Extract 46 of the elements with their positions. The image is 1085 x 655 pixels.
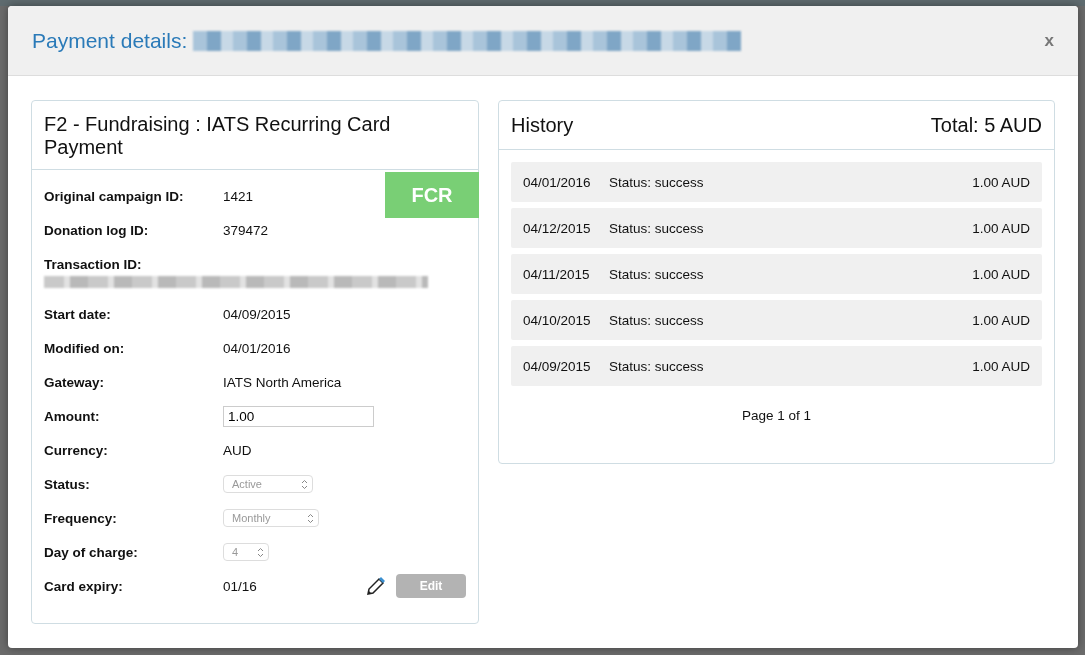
field-label: Card expiry: [44, 578, 124, 594]
history-status: Status: success [609, 220, 704, 236]
field-label: Frequency: [44, 510, 118, 526]
field-value: 04/01/2016 [223, 340, 291, 356]
field-value: 01/16 [223, 578, 257, 594]
history-amount: 1.00 AUD [972, 312, 1030, 328]
field-label: Currency: [44, 442, 109, 458]
history-date: 04/10/2015 [523, 312, 592, 328]
field-label: Start date: [44, 306, 112, 322]
pagination-label: Page 1 of 1 [741, 408, 812, 423]
history-date: 04/09/2015 [523, 358, 592, 374]
field-label: Day of charge: [44, 544, 139, 560]
history-title: History [511, 113, 574, 137]
field-label: Amount: [44, 408, 101, 424]
card-title: F2 - Fundraising : IATS Recurring Card Payment [32, 101, 478, 170]
history-date: 04/11/2015 [523, 266, 591, 282]
history-total: Total: 5 AUD [930, 113, 1042, 137]
dialog-title: Payment details: [32, 28, 188, 53]
pencil-icon[interactable] [365, 575, 386, 597]
amount-field[interactable]: 1.00 [223, 405, 374, 427]
history-status: Status: success [609, 312, 704, 328]
field-label: Modified on: [44, 340, 126, 356]
field-value: IATS North America [223, 374, 342, 390]
field-label: Original campaign ID: [44, 188, 185, 204]
chevron-icon [301, 478, 308, 490]
field-label: Status: [44, 476, 91, 492]
history-amount: 1.00 AUD [972, 174, 1030, 190]
field-value: 1421 [223, 188, 254, 204]
history-date: 04/01/2016 [523, 174, 592, 190]
field-value: 379472 [223, 222, 269, 238]
field-value: 04/09/2015 [223, 306, 291, 322]
chevron-icon [307, 512, 314, 524]
field-label: Donation log ID: [44, 222, 150, 238]
field-label: Transaction ID: [44, 256, 143, 272]
history-amount: 1.00 AUD [972, 266, 1030, 282]
chevron-icon [257, 546, 264, 558]
field-value: AUD [223, 442, 252, 458]
close-button[interactable]: x [1044, 30, 1054, 51]
status-badge: FCR [385, 172, 479, 218]
field-label: Gateway: [44, 374, 106, 390]
history-date: 04/12/2015 [523, 220, 592, 236]
history-status: Status: success [609, 174, 704, 190]
history-status: Status: success [609, 266, 704, 282]
history-amount: 1.00 AUD [972, 358, 1030, 374]
history-amount: 1.00 AUD [972, 220, 1030, 236]
history-status: Status: success [609, 358, 704, 374]
